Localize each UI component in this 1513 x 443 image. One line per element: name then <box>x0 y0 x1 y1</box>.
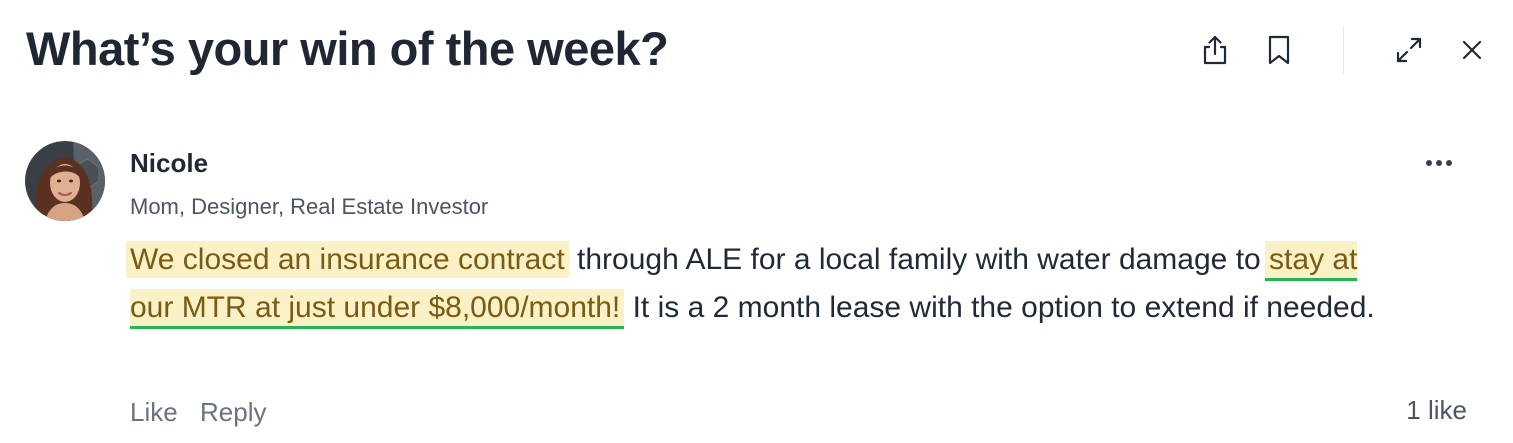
more-options-button[interactable] <box>1418 148 1460 178</box>
body-text: It is a 2 month lease with the option to… <box>624 291 1375 324</box>
reply-button[interactable]: Reply <box>200 395 266 429</box>
post-title: What’s your win of the week? <box>26 22 669 75</box>
share-icon <box>1200 34 1230 66</box>
comment-body: We closed an insurance contract through … <box>126 236 1380 332</box>
expand-icon <box>1394 35 1424 65</box>
avatar[interactable] <box>25 141 105 221</box>
expand-button[interactable] <box>1389 30 1429 70</box>
like-button[interactable]: Like <box>130 395 178 429</box>
bookmark-icon <box>1266 34 1292 66</box>
author-name[interactable]: Nicole <box>130 146 208 180</box>
share-button[interactable] <box>1195 30 1235 70</box>
toolbar-divider <box>1343 26 1344 74</box>
close-button[interactable] <box>1452 30 1492 70</box>
likes-count[interactable]: 1 like <box>1406 393 1467 427</box>
close-icon <box>1460 38 1484 62</box>
bookmark-button[interactable] <box>1259 30 1299 70</box>
body-text: through ALE for a local family with wate… <box>568 243 1270 276</box>
highlight-text[interactable]: We closed an insurance contract <box>126 241 569 278</box>
more-horizontal-icon <box>1424 154 1454 172</box>
author-bio: Mom, Designer, Real Estate Investor <box>130 194 489 219</box>
